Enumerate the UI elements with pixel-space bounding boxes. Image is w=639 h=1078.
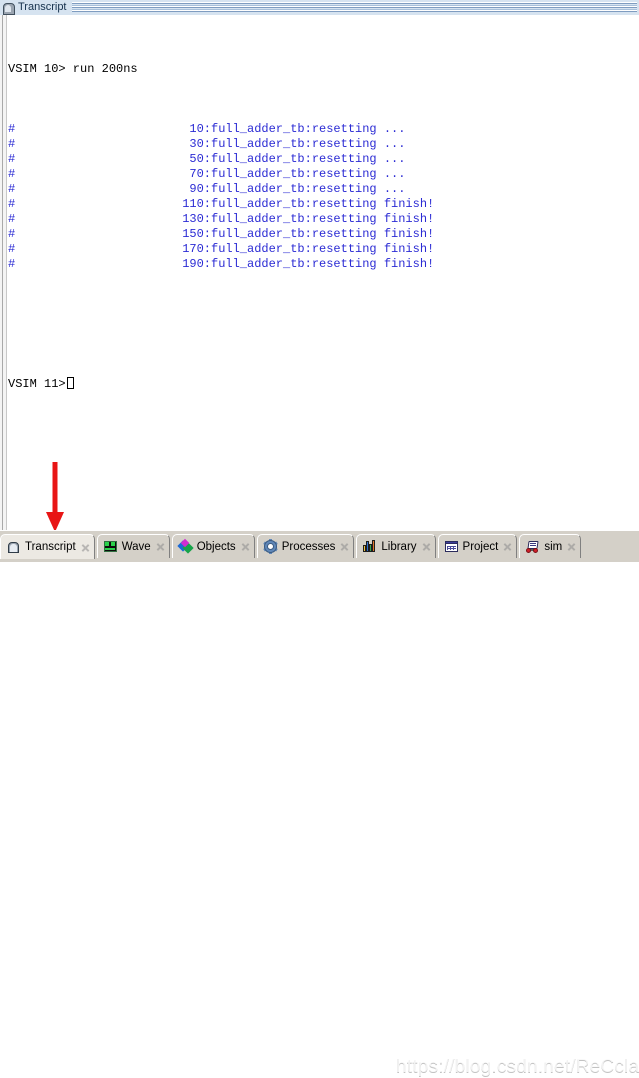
log-hash-marker: # xyxy=(8,152,16,166)
log-message: full_adder_tb:resetting finish! xyxy=(211,257,435,271)
sim-icon xyxy=(525,539,540,554)
text-caret xyxy=(66,377,74,389)
tab-transcript[interactable]: Transcript xyxy=(0,534,95,559)
objects-icon xyxy=(177,538,194,554)
transcript-window: Transcript VSIM 10> run 200ns #10:full_a… xyxy=(0,0,639,1077)
log-timestamp: 150: xyxy=(182,227,211,241)
console-command-line: VSIM 10> run 200ns xyxy=(8,62,138,76)
library-icon xyxy=(362,539,377,554)
log-message: full_adder_tb:resetting finish! xyxy=(211,227,435,241)
tab-label: Library xyxy=(381,540,417,553)
tab-library[interactable]: Library xyxy=(356,534,436,558)
tab-close-icon[interactable] xyxy=(502,541,513,552)
window-title: Transcript xyxy=(18,1,67,13)
transcript-window-icon xyxy=(2,1,15,15)
project-icon xyxy=(444,539,459,554)
log-message: full_adder_tb:resetting finish! xyxy=(211,242,435,256)
watermark-text: https://blog.csdn.net/ReCclay xyxy=(396,1056,639,1077)
tab-close-icon[interactable] xyxy=(155,541,166,552)
tab-close-icon[interactable] xyxy=(80,542,91,553)
tab-label: sim xyxy=(544,540,563,553)
log-message: full_adder_tb:resetting finish! xyxy=(211,197,435,211)
tab-close-icon[interactable] xyxy=(566,541,577,552)
transcript-icon xyxy=(6,540,21,555)
console-log-line: #70:full_adder_tb:resetting ... xyxy=(8,167,639,182)
log-timestamp: 170: xyxy=(182,242,211,256)
titlebar-grip[interactable] xyxy=(71,2,637,13)
tab-label: Transcript xyxy=(25,541,76,553)
tab-objects[interactable]: Objects xyxy=(171,534,255,558)
log-timestamp: 30: xyxy=(189,137,211,151)
console-log-line: #90:full_adder_tb:resetting ... xyxy=(8,182,639,197)
log-message: full_adder_tb:resetting ... xyxy=(211,167,406,181)
log-hash-marker: # xyxy=(8,167,16,181)
console-log-line: #130:full_adder_tb:resetting finish! xyxy=(8,212,639,227)
log-hash-marker: # xyxy=(8,257,16,271)
console-log-line: #110:full_adder_tb:resetting finish! xyxy=(8,197,639,212)
bottom-tabbar: Transcript Wave Objects Processes Library Pro… xyxy=(0,530,639,1077)
console-output[interactable]: VSIM 10> run 200ns #10:full_adder_tb:res… xyxy=(8,17,639,530)
log-message: full_adder_tb:resetting ... xyxy=(211,152,406,166)
log-message: full_adder_tb:resetting ... xyxy=(211,137,406,151)
tabbar-strip: Transcript Wave Objects Processes Library Pro… xyxy=(0,534,583,559)
log-hash-marker: # xyxy=(8,227,16,241)
tab-label: Project xyxy=(462,540,499,553)
log-message: full_adder_tb:resetting ... xyxy=(211,122,406,136)
tab-sim[interactable]: sim xyxy=(519,534,582,558)
console-log-line: #10:full_adder_tb:resetting ... xyxy=(8,122,639,137)
log-hash-marker: # xyxy=(8,212,16,226)
console-prompt: VSIM 11> xyxy=(8,377,66,391)
console-log-line: #50:full_adder_tb:resetting ... xyxy=(8,152,639,167)
console-log-line: #30:full_adder_tb:resetting ... xyxy=(8,137,639,152)
processes-icon xyxy=(262,539,278,554)
console-log-line: #190:full_adder_tb:resetting finish! xyxy=(8,257,639,272)
log-timestamp: 110: xyxy=(182,197,211,211)
tab-processes[interactable]: Processes xyxy=(256,534,355,558)
log-hash-marker: # xyxy=(8,122,16,136)
tab-label: Wave xyxy=(121,540,151,553)
pane-left-gutter xyxy=(0,15,7,530)
log-timestamp: 70: xyxy=(189,167,211,181)
tab-project[interactable]: Project xyxy=(437,534,518,558)
console-log-line: #150:full_adder_tb:resetting finish! xyxy=(8,227,639,242)
log-hash-marker: # xyxy=(8,242,16,256)
log-timestamp: 90: xyxy=(189,182,211,196)
console-log-line: #170:full_adder_tb:resetting finish! xyxy=(8,242,639,257)
log-timestamp: 190: xyxy=(182,257,211,271)
console-log-rows: #10:full_adder_tb:resetting ... #30:full_… xyxy=(8,122,639,272)
log-message: full_adder_tb:resetting finish! xyxy=(211,212,435,226)
tab-close-icon[interactable] xyxy=(421,541,432,552)
log-hash-marker: # xyxy=(8,137,16,151)
log-timestamp: 10: xyxy=(189,122,211,136)
transcript-pane[interactable]: VSIM 10> run 200ns #10:full_adder_tb:res… xyxy=(0,15,639,530)
log-hash-marker: # xyxy=(8,197,16,211)
tab-label: Objects xyxy=(196,540,236,553)
console-prompt-line[interactable]: VSIM 11> xyxy=(8,377,639,392)
tab-wave[interactable]: Wave xyxy=(96,534,170,558)
log-timestamp: 130: xyxy=(182,212,211,226)
log-message: full_adder_tb:resetting ... xyxy=(211,182,406,196)
log-timestamp: 50: xyxy=(189,152,211,166)
tab-close-icon[interactable] xyxy=(240,541,251,552)
log-hash-marker: # xyxy=(8,182,16,196)
window-titlebar[interactable]: Transcript xyxy=(0,0,639,15)
wave-icon xyxy=(103,539,118,554)
tab-close-icon[interactable] xyxy=(339,541,350,552)
tab-label: Processes xyxy=(281,540,336,553)
